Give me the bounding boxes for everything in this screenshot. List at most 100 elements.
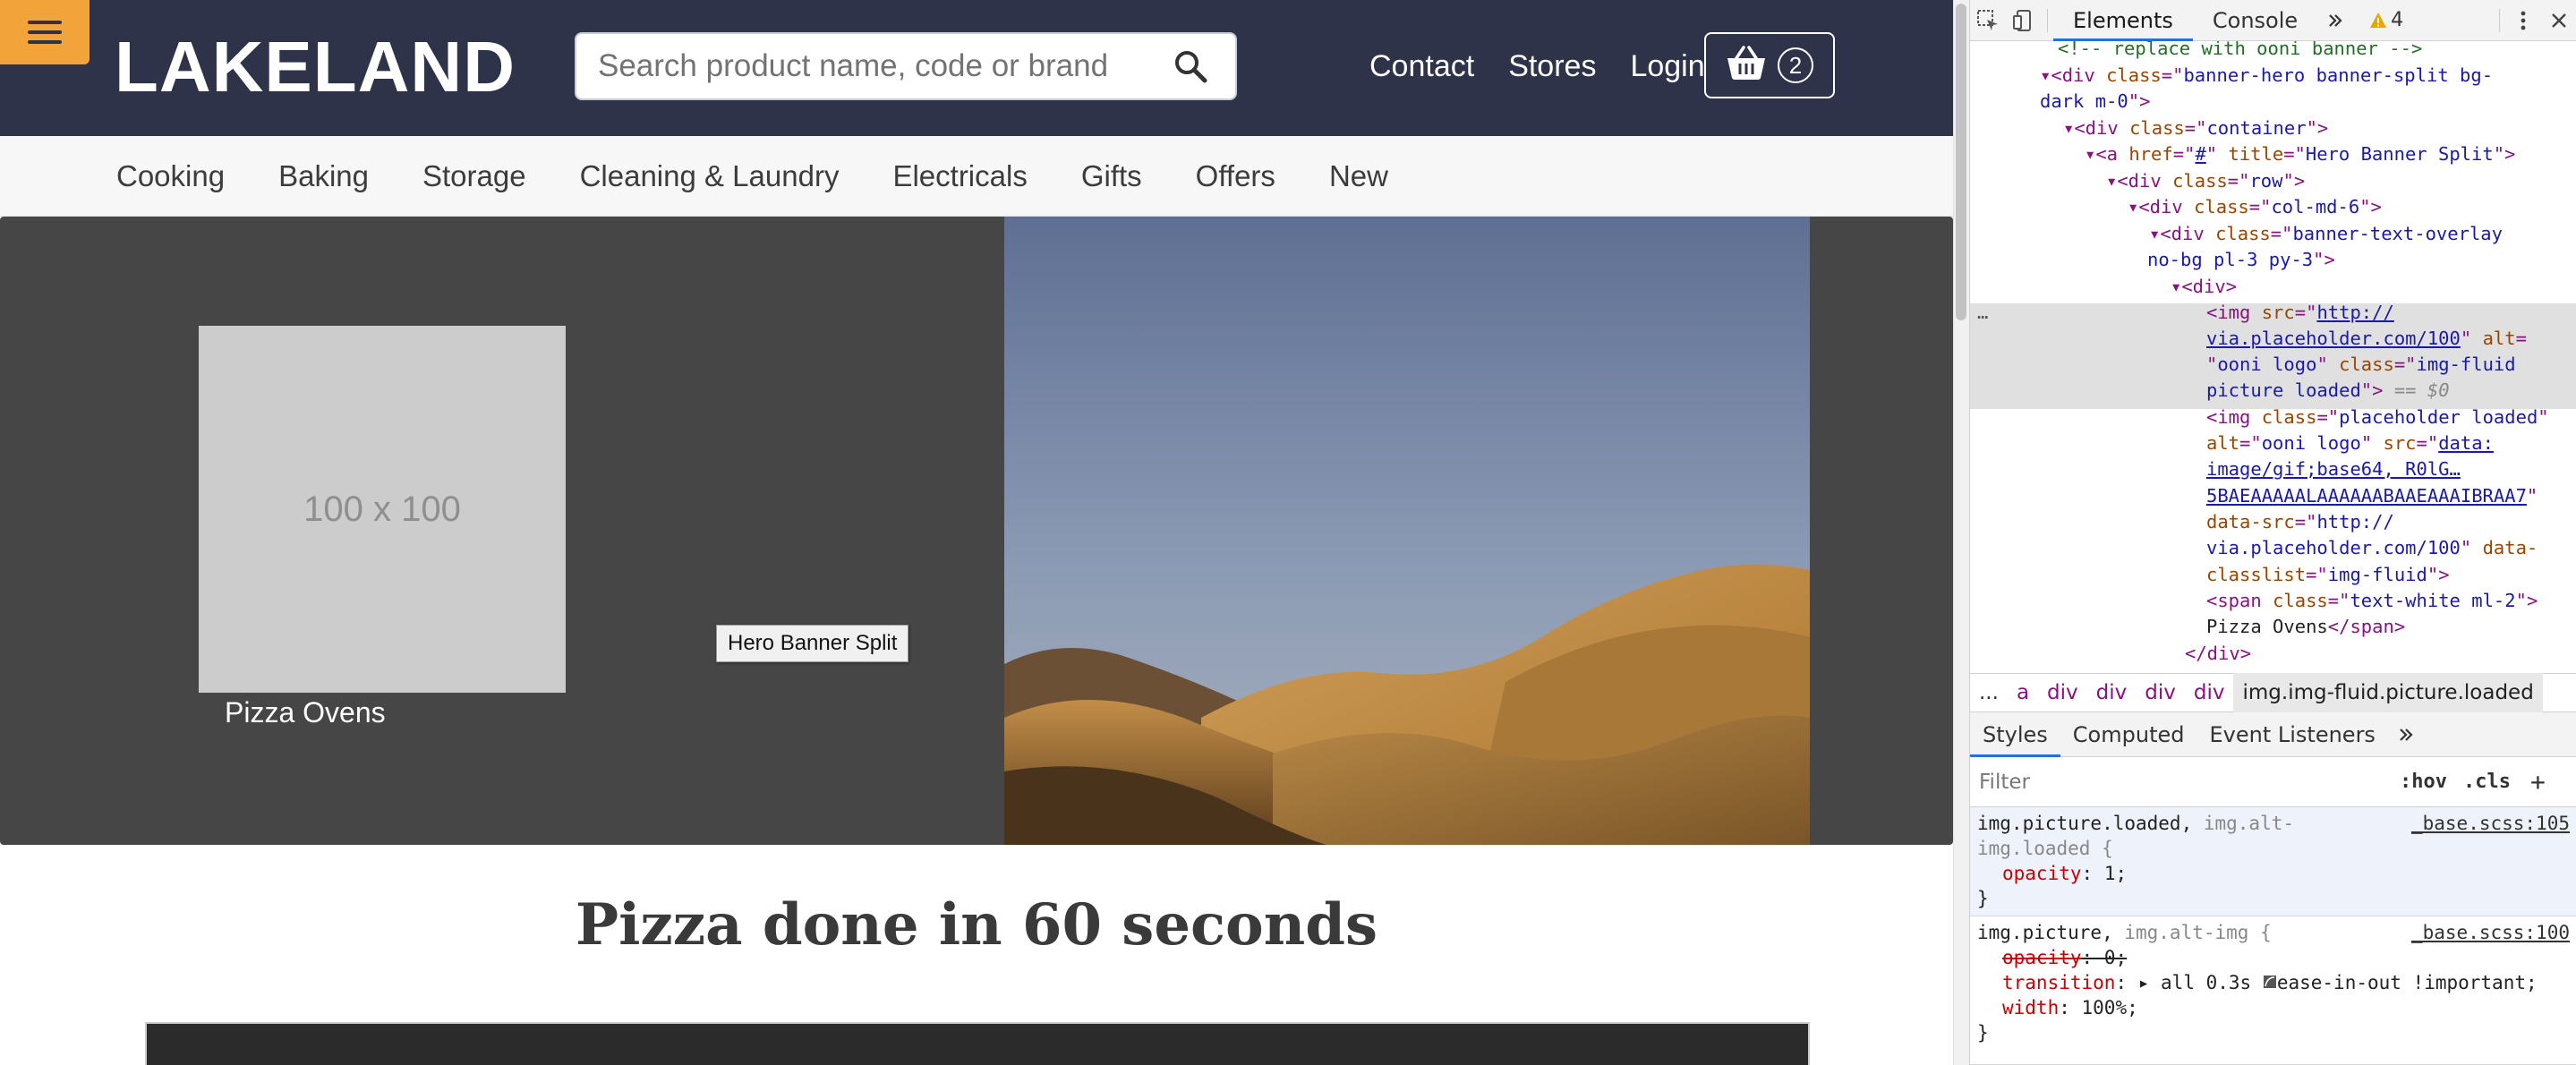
breadcrumb-div[interactable]: div <box>2185 681 2234 704</box>
dom-breadcrumb: ... a div div div div img.img-fluid.pict… <box>1970 673 2576 712</box>
search-input[interactable] <box>576 34 1164 98</box>
rule-selector-dim: img.loaded { <box>1977 838 2113 859</box>
warning-count: 4 <box>2391 9 2404 31</box>
dom-node-img-selected[interactable]: <img src="http:// <box>2206 300 2394 327</box>
css-property[interactable]: transition <box>2002 972 2115 993</box>
dom-node-img-placeholder-src: image/gif;base64, R0lG… <box>2206 458 2461 480</box>
css-rule-picture[interactable]: img.picture, img.alt-img { opacity: 0; t… <box>1970 916 2576 1065</box>
warning-icon <box>2370 12 2387 28</box>
tab-computed[interactable]: Computed <box>2060 712 2197 757</box>
breadcrumb-img[interactable]: img.img-fluid.picture.loaded <box>2233 673 2543 712</box>
stores-link[interactable]: Stores <box>1508 45 1596 88</box>
tab-event-listeners[interactable]: Event Listeners <box>2196 712 2387 757</box>
add-rule-button[interactable]: + <box>2530 767 2546 797</box>
basket-count-badge: 2 <box>1778 47 1813 83</box>
rule-selector-dim: img.alt- <box>2192 813 2295 834</box>
basket-button[interactable]: 2 <box>1704 32 1835 98</box>
breadcrumb-a[interactable]: a <box>2008 681 2038 704</box>
dom-node-span[interactable]: <span class="text-white ml-2"> <box>2206 588 2538 615</box>
rule-source-link[interactable]: _base.scss:105 <box>2411 811 2570 836</box>
class-toggle-button[interactable]: .cls <box>2463 771 2511 793</box>
css-value[interactable]: ease-in-out !important; <box>2277 972 2538 993</box>
dom-node-img-placeholder-src2: 5BAEAAAAALAAAAAABAAEAAAIBRAA7" <box>2206 485 2538 507</box>
dom-node-container[interactable]: ▾<div class="container"> <box>2063 115 2328 142</box>
warnings-indicator[interactable]: 4 <box>2369 9 2403 31</box>
tab-console[interactable]: Console <box>2193 0 2317 41</box>
nav-item-cleaning-laundry[interactable]: Cleaning & Laundry <box>580 156 840 197</box>
nav-item-storage[interactable]: Storage <box>422 156 526 197</box>
placeholder-image[interactable]: 100 x 100 <box>199 326 566 693</box>
dom-node-img-placeholder-classlist: classlist="img-fluid"> <box>2206 564 2450 585</box>
css-value-overridden[interactable]: 0; <box>2104 947 2127 968</box>
dom-node-close-div[interactable]: </div> <box>2185 641 2251 668</box>
contact-link[interactable]: Contact <box>1369 45 1474 88</box>
rule-source-link[interactable]: _base.scss:100 <box>2411 920 2570 945</box>
dom-node-inner-div[interactable]: ▾<div> <box>2171 274 2237 301</box>
basket-icon <box>1726 45 1767 86</box>
menu-bar-icon <box>28 21 62 24</box>
hamburger-menu-button[interactable] <box>0 0 90 64</box>
menu-bar-icon <box>28 40 62 44</box>
hero-caption[interactable]: Pizza Ovens <box>225 696 386 729</box>
css-value[interactable]: all 0.3s <box>2161 972 2251 993</box>
more-tabs-icon[interactable] <box>2317 0 2353 41</box>
dom-node-banner-div-cont: dark m-0"> <box>2040 90 2151 112</box>
device-toolbar-icon[interactable] <box>2006 0 2042 41</box>
dom-node-comment[interactable]: <!-- replace with ooni banner --> <box>2058 41 2422 63</box>
hero-landscape-image[interactable] <box>1004 217 1810 845</box>
dom-node-banner-div[interactable]: ▾<div class="banner-hero banner-split bg… <box>2040 63 2493 89</box>
video-player[interactable] <box>145 1022 1810 1065</box>
nav-item-electricals[interactable]: Electricals <box>892 156 1027 197</box>
search-icon[interactable] <box>1164 39 1217 93</box>
page-headline: Pizza done in 60 seconds <box>575 891 1378 958</box>
breadcrumb-div[interactable]: div <box>2087 681 2137 704</box>
search-box <box>575 32 1237 100</box>
site-logo[interactable]: LAKELAND <box>115 27 516 107</box>
scrollbar-thumb[interactable] <box>1956 4 1966 320</box>
inspect-element-icon[interactable] <box>1970 0 2006 41</box>
css-property[interactable]: width <box>2002 997 2059 1018</box>
dom-node-overlay[interactable]: ▾<div class="banner-text-overlay <box>2149 221 2503 248</box>
dom-node-span-text: Pizza Ovens</span> <box>2206 616 2406 637</box>
dom-node-col[interactable]: ▾<div class="col-md-6"> <box>2128 194 2382 221</box>
hover-state-button[interactable]: :hov <box>2400 771 2447 793</box>
category-nav: Cooking Baking Storage Cleaning & Laundr… <box>0 136 1953 217</box>
nav-item-cooking[interactable]: Cooking <box>116 156 225 197</box>
breadcrumb-ellipsis[interactable]: ... <box>1970 681 2008 704</box>
css-property-overridden[interactable]: opacity <box>2002 947 2082 968</box>
rule-selector: img.picture, <box>1977 922 2113 943</box>
dom-node-img-selected-alt: "ooni logo" class="img-fluid <box>2206 354 2516 375</box>
nav-item-baking[interactable]: Baking <box>278 156 369 197</box>
nav-item-new[interactable]: New <box>1329 156 1388 197</box>
styles-filter-input[interactable] <box>1979 763 2391 800</box>
dom-node-row[interactable]: ▾<div class="row"> <box>2106 168 2305 195</box>
close-devtools-icon[interactable] <box>2541 0 2576 41</box>
css-value[interactable]: 100%; <box>2082 997 2138 1018</box>
dom-node-img-placeholder-alt: alt="ooni logo" src="data: <box>2206 432 2494 454</box>
dom-node-img-placeholder-datasrc: data-src="http:// <box>2206 511 2394 532</box>
hero-banner-split[interactable]: 100 x 100 Pizza Ovens Hero Banner Split <box>0 217 1953 845</box>
css-value[interactable]: 1; <box>2104 863 2127 884</box>
tab-elements[interactable]: Elements <box>2053 0 2193 41</box>
css-rule-loaded[interactable]: img.picture.loaded, img.alt- img.loaded … <box>1970 807 2576 916</box>
toolbar-divider <box>2499 8 2500 32</box>
css-property[interactable]: opacity <box>2002 863 2082 884</box>
breadcrumb-div[interactable]: div <box>2038 681 2087 704</box>
tab-styles[interactable]: Styles <box>1970 712 2060 757</box>
dom-node-img-placeholder[interactable]: <img class="placeholder loaded" <box>2206 405 2549 431</box>
nav-item-offers[interactable]: Offers <box>1196 156 1275 197</box>
site-header: LAKELAND Contact Stores Login 2 <box>0 0 1953 136</box>
expand-triangle-icon[interactable]: ▸ <box>2138 972 2161 993</box>
kebab-menu-icon[interactable] <box>2505 0 2541 41</box>
dom-node-overlay-cont: no-bg pl-3 py-3"> <box>2147 249 2335 270</box>
nav-item-gifts[interactable]: Gifts <box>1081 156 1142 197</box>
styles-pane-tabs: Styles Computed Event Listeners <box>1970 712 2576 757</box>
header-links: Contact Stores Login <box>1369 45 1705 88</box>
login-link[interactable]: Login <box>1630 45 1704 88</box>
easing-editor-icon[interactable] <box>2263 972 2277 993</box>
dom-node-anchor[interactable]: ▾<a href="#" title="Hero Banner Split"> <box>2085 141 2515 168</box>
more-panes-icon[interactable] <box>2388 714 2424 755</box>
breadcrumb-div[interactable]: div <box>2136 681 2185 704</box>
ellipsis-icon[interactable]: … <box>1977 300 1988 327</box>
styles-filter-row: :hov .cls + <box>1970 757 2576 807</box>
